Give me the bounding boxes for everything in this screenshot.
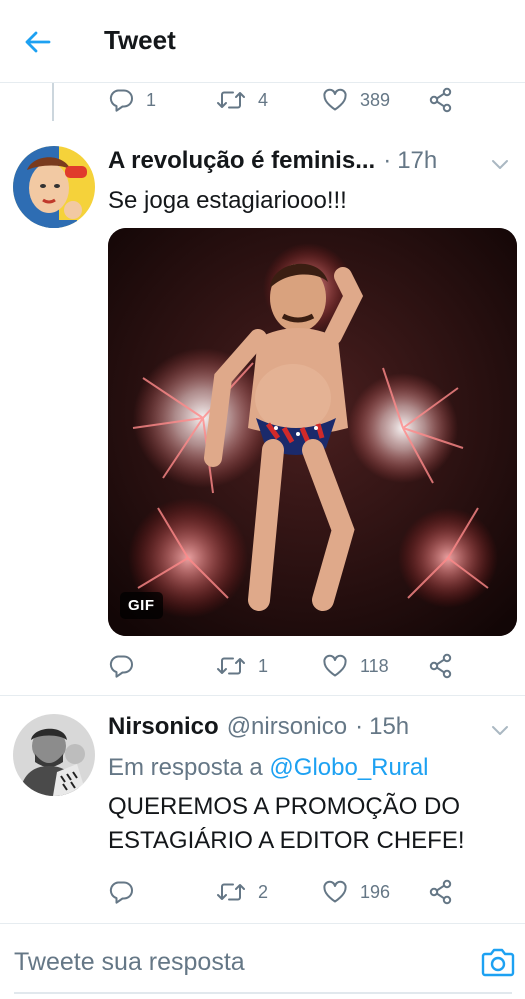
reply-button[interactable]	[108, 874, 146, 910]
page-title: Tweet	[104, 25, 176, 55]
display-name[interactable]: Nirsonico	[108, 713, 219, 741]
mention-link[interactable]: @Globo_Rural	[269, 754, 428, 781]
tweet-text: Se joga estagiariooo!!!	[108, 187, 347, 214]
gif-image	[108, 228, 517, 636]
like-count: 118	[360, 655, 389, 676]
retweet-button[interactable]: 4	[216, 82, 268, 118]
reply-bubble-icon	[109, 89, 133, 112]
like-count: 196	[360, 881, 391, 902]
tweet-action-bar: 2 196	[108, 874, 468, 910]
tweet-header: A revolução é feminis... · 17h	[108, 147, 437, 175]
heart-icon	[323, 880, 347, 903]
share-icon	[429, 653, 452, 679]
share-icon	[429, 87, 452, 113]
avatar-image	[13, 714, 95, 796]
back-button[interactable]	[18, 24, 56, 60]
camera-button[interactable]	[480, 946, 516, 978]
reply-input[interactable]	[14, 942, 464, 982]
retweet-icon	[217, 657, 245, 675]
reply-button[interactable]: 1	[108, 82, 156, 118]
avatar-image	[13, 146, 95, 228]
reply-bubble-icon	[109, 655, 133, 678]
reply-count: 1	[146, 89, 157, 110]
reply-bubble-icon	[109, 881, 133, 904]
retweet-count: 2	[258, 881, 269, 902]
camera-icon	[481, 948, 515, 977]
chevron-down-icon[interactable]	[489, 154, 511, 176]
tweet-item[interactable]: A revolução é feminis... · 17h Se joga e…	[0, 122, 525, 695]
reply-button[interactable]	[108, 648, 146, 684]
top-app-bar: Tweet	[0, 0, 525, 83]
retweet-icon	[217, 883, 245, 901]
replying-to-line: Em resposta a @Globo_Rural	[108, 754, 429, 782]
tweet-text-line: ESTAGIÁRIO A EDITOR CHEFE!	[108, 827, 465, 854]
share-button[interactable]	[428, 82, 454, 118]
tweet-action-bar: 1 118	[108, 648, 468, 684]
tweet-header: Nirsonico @nirsonico · 15h	[108, 713, 409, 741]
like-button[interactable]: 196	[322, 874, 390, 910]
like-button[interactable]: 118	[322, 648, 389, 684]
timestamp[interactable]: 15h	[369, 713, 409, 741]
tweet-text: QUEREMOS A PROMOÇÃO DO ESTAGIÁRIO A EDIT…	[108, 790, 465, 858]
retweet-icon	[217, 91, 245, 109]
retweet-count: 4	[258, 89, 269, 110]
avatar[interactable]	[13, 714, 95, 796]
tweet-item[interactable]: Nirsonico @nirsonico · 15h Em resposta a…	[0, 696, 525, 922]
reply-composer	[0, 923, 525, 999]
retweet-count: 1	[258, 655, 269, 676]
avatar[interactable]	[13, 146, 95, 228]
share-button[interactable]	[428, 648, 454, 684]
gif-badge: GIF	[120, 592, 163, 619]
replying-to-label: Em resposta a	[108, 754, 263, 781]
heart-icon	[323, 88, 347, 111]
share-icon	[429, 879, 452, 905]
separator-dot: ·	[383, 147, 392, 174]
tweet-gif-media[interactable]: GIF	[108, 228, 517, 636]
like-count: 389	[360, 89, 391, 110]
tweet-text-line: QUEREMOS A PROMOÇÃO DO	[108, 793, 461, 820]
heart-icon	[323, 654, 347, 677]
arrow-left-icon	[25, 31, 51, 53]
input-underline	[14, 992, 512, 994]
retweet-button[interactable]: 2	[216, 874, 268, 910]
parent-tweet-action-bar: 1 4 389	[108, 82, 468, 118]
retweet-button[interactable]: 1	[216, 648, 268, 684]
share-button[interactable]	[428, 874, 454, 910]
chevron-down-icon[interactable]	[489, 720, 511, 742]
separator-dot: ·	[355, 713, 364, 740]
thread-connector-line	[52, 83, 54, 121]
display-name[interactable]: A revolução é feminis...	[108, 147, 375, 175]
user-handle[interactable]: @nirsonico	[227, 713, 347, 741]
like-button[interactable]: 389	[322, 82, 390, 118]
timestamp[interactable]: 17h	[397, 147, 437, 175]
